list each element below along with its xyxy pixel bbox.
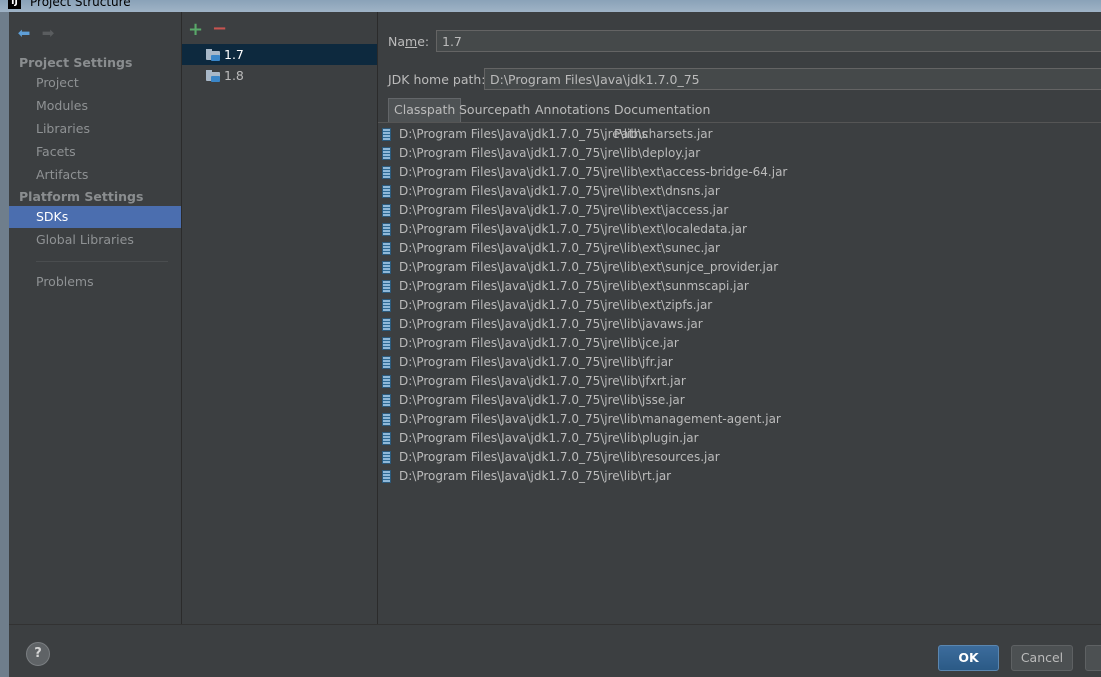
classpath-row[interactable]: D:\Program Files\Java\jdk1.7.0_75\jre\li… <box>378 334 1101 353</box>
nav-item-modules[interactable]: Modules <box>9 95 181 117</box>
jar-icon <box>382 185 391 198</box>
name-label: Name: <box>388 34 430 49</box>
jar-icon <box>382 470 391 483</box>
jar-icon <box>382 413 391 426</box>
classpath-row[interactable]: D:\Program Files\Java\jdk1.7.0_75\jre\li… <box>378 125 1101 144</box>
add-sdk-icon[interactable]: + <box>188 21 203 39</box>
tab-documentation-paths[interactable]: Documentation Paths <box>609 98 715 141</box>
back-arrow-icon[interactable]: ⬅ <box>15 24 33 42</box>
jdk-home-path-field[interactable]: D:\Program Files\Java\jdk1.7.0_75 <box>484 68 1101 90</box>
jar-icon <box>382 451 391 464</box>
intellij-icon: IJ <box>8 0 21 9</box>
settings-nav: ⬅ ➡ Project Settings Project Modules Lib… <box>9 12 182 624</box>
classpath-row[interactable]: D:\Program Files\Java\jdk1.7.0_75\jre\li… <box>378 448 1101 467</box>
classpath-row[interactable]: D:\Program Files\Java\jdk1.7.0_75\jre\li… <box>378 296 1101 315</box>
remove-sdk-icon[interactable]: − <box>212 20 227 38</box>
jdk-folder-icon <box>206 49 220 61</box>
ok-button[interactable]: OK <box>938 645 999 671</box>
sdk-list-item-1-8[interactable]: 1.8 <box>182 65 377 86</box>
nav-item-global-libraries[interactable]: Global Libraries <box>9 229 181 251</box>
jar-icon <box>382 432 391 445</box>
help-icon[interactable]: ? <box>26 642 50 666</box>
tab-divider <box>378 122 1101 123</box>
title-bar: IJ Project Structure <box>0 0 1101 12</box>
jar-icon <box>382 318 391 331</box>
jar-icon <box>382 356 391 369</box>
jar-icon <box>382 128 391 141</box>
nav-item-sdks[interactable]: SDKs <box>9 206 181 228</box>
classpath-row[interactable]: D:\Program Files\Java\jdk1.7.0_75\jre\li… <box>378 353 1101 372</box>
project-structure-dialog: ⬅ ➡ Project Settings Project Modules Lib… <box>9 12 1101 677</box>
nav-item-facets[interactable]: Facets <box>9 141 181 163</box>
classpath-row[interactable]: D:\Program Files\Java\jdk1.7.0_75\jre\li… <box>378 201 1101 220</box>
jdk-home-label: JDK home path: <box>388 72 486 87</box>
jar-icon <box>382 166 391 179</box>
sdk-list-item-1-7[interactable]: 1.7 <box>182 44 377 65</box>
classpath-row[interactable]: D:\Program Files\Java\jdk1.7.0_75\jre\li… <box>378 315 1101 334</box>
project-settings-header: Project Settings <box>19 55 133 70</box>
jar-icon <box>382 261 391 274</box>
sdk-label: 1.8 <box>224 68 244 83</box>
jar-icon <box>382 204 391 217</box>
sdk-detail-panel: Name: 1.7 JDK home path: D:\Program File… <box>378 12 1101 624</box>
classpath-row[interactable]: D:\Program Files\Java\jdk1.7.0_75\jre\li… <box>378 144 1101 163</box>
classpath-row[interactable]: D:\Program Files\Java\jdk1.7.0_75\jre\li… <box>378 220 1101 239</box>
jar-icon <box>382 147 391 160</box>
jar-icon <box>382 280 391 293</box>
jar-icon <box>382 242 391 255</box>
window-title: Project Structure <box>30 0 131 9</box>
cancel-button[interactable]: Cancel <box>1011 645 1073 671</box>
classpath-row[interactable]: D:\Program Files\Java\jdk1.7.0_75\jre\li… <box>378 467 1101 486</box>
classpath-row[interactable]: D:\Program Files\Java\jdk1.7.0_75\jre\li… <box>378 410 1101 429</box>
classpath-row[interactable]: D:\Program Files\Java\jdk1.7.0_75\jre\li… <box>378 429 1101 448</box>
classpath-row[interactable]: D:\Program Files\Java\jdk1.7.0_75\jre\li… <box>378 258 1101 277</box>
jar-icon <box>382 394 391 407</box>
nav-item-project[interactable]: Project <box>9 72 181 94</box>
name-field[interactable]: 1.7 <box>436 30 1101 52</box>
jar-icon <box>382 223 391 236</box>
jar-icon <box>382 337 391 350</box>
classpath-row[interactable]: D:\Program Files\Java\jdk1.7.0_75\jre\li… <box>378 277 1101 296</box>
apply-button[interactable] <box>1085 645 1101 671</box>
classpath-row[interactable]: D:\Program Files\Java\jdk1.7.0_75\jre\li… <box>378 182 1101 201</box>
nav-divider <box>36 261 168 262</box>
tab-annotations[interactable]: Annotations <box>530 98 615 122</box>
tab-classpath[interactable]: Classpath <box>388 98 462 122</box>
classpath-row[interactable]: D:\Program Files\Java\jdk1.7.0_75\jre\li… <box>378 163 1101 182</box>
tab-sourcepath[interactable]: Sourcepath <box>454 98 535 122</box>
jar-icon <box>382 375 391 388</box>
platform-settings-header: Platform Settings <box>19 189 144 204</box>
nav-item-problems[interactable]: Problems <box>9 271 181 293</box>
nav-item-artifacts[interactable]: Artifacts <box>9 164 181 186</box>
sdk-list-panel: + − 1.7 1.8 <box>182 12 378 624</box>
footer-divider <box>9 624 1101 625</box>
classpath-row[interactable]: D:\Program Files\Java\jdk1.7.0_75\jre\li… <box>378 372 1101 391</box>
forward-arrow-icon[interactable]: ➡ <box>39 24 57 42</box>
jdk-folder-icon <box>206 70 220 82</box>
classpath-row[interactable]: D:\Program Files\Java\jdk1.7.0_75\jre\li… <box>378 239 1101 258</box>
sdk-label: 1.7 <box>224 47 244 62</box>
classpath-row[interactable]: D:\Program Files\Java\jdk1.7.0_75\jre\li… <box>378 391 1101 410</box>
nav-item-libraries[interactable]: Libraries <box>9 118 181 140</box>
jar-icon <box>382 299 391 312</box>
